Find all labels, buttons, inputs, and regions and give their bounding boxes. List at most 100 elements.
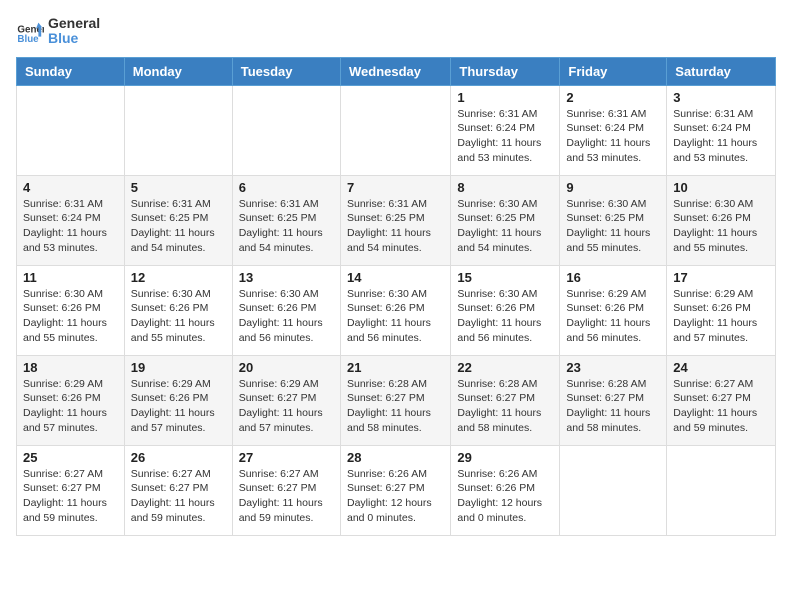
- week-row-5: 25Sunrise: 6:27 AM Sunset: 6:27 PM Dayli…: [17, 445, 776, 535]
- day-number: 19: [131, 360, 226, 375]
- day-header-wednesday: Wednesday: [340, 57, 450, 85]
- day-info: Sunrise: 6:28 AM Sunset: 6:27 PM Dayligh…: [347, 377, 444, 436]
- day-info: Sunrise: 6:27 AM Sunset: 6:27 PM Dayligh…: [23, 467, 118, 526]
- logo-blue: Blue: [48, 31, 100, 46]
- day-info: Sunrise: 6:30 AM Sunset: 6:26 PM Dayligh…: [673, 197, 769, 256]
- calendar-cell: 12 Sunrise: 6:30 AM Sunset: 6:26 PM Dayli…: [124, 265, 232, 355]
- day-info: Sunrise: 6:27 AM Sunset: 6:27 PM Dayligh…: [239, 467, 334, 526]
- logo-icon: General Blue: [16, 17, 44, 45]
- calendar-cell: 9 Sunrise: 6:30 AM Sunset: 6:25 PM Daylig…: [560, 175, 667, 265]
- day-info: Sunrise: 6:30 AM Sunset: 6:26 PM Dayligh…: [23, 287, 118, 346]
- day-header-sunday: Sunday: [17, 57, 125, 85]
- days-of-week-row: SundayMondayTuesdayWednesdayThursdayFrid…: [17, 57, 776, 85]
- week-row-2: 4 Sunrise: 6:31 AM Sunset: 6:24 PM Daylig…: [17, 175, 776, 265]
- day-number: 9: [566, 180, 660, 195]
- day-number: 2: [566, 90, 660, 105]
- day-number: 3: [673, 90, 769, 105]
- calendar-cell: 3 Sunrise: 6:31 AM Sunset: 6:24 PM Daylig…: [667, 85, 776, 175]
- calendar-cell: 25Sunrise: 6:27 AM Sunset: 6:27 PM Dayli…: [17, 445, 125, 535]
- day-info: Sunrise: 6:26 AM Sunset: 6:27 PM Dayligh…: [347, 467, 444, 526]
- day-info: Sunrise: 6:30 AM Sunset: 6:25 PM Dayligh…: [457, 197, 553, 256]
- day-number: 29: [457, 450, 553, 465]
- day-info: Sunrise: 6:31 AM Sunset: 6:24 PM Dayligh…: [23, 197, 118, 256]
- day-header-monday: Monday: [124, 57, 232, 85]
- day-info: Sunrise: 6:30 AM Sunset: 6:26 PM Dayligh…: [457, 287, 553, 346]
- calendar-cell: 15 Sunrise: 6:30 AM Sunset: 6:26 PM Dayli…: [451, 265, 560, 355]
- day-number: 11: [23, 270, 118, 285]
- calendar-cell: [124, 85, 232, 175]
- calendar-cell: 21 Sunrise: 6:28 AM Sunset: 6:27 PM Dayli…: [340, 355, 450, 445]
- calendar-cell: [667, 445, 776, 535]
- calendar-cell: 26 Sunrise: 6:27 AM Sunset: 6:27 PM Dayli…: [124, 445, 232, 535]
- calendar-cell: 14Sunrise: 6:30 AM Sunset: 6:26 PM Dayli…: [340, 265, 450, 355]
- day-info: Sunrise: 6:30 AM Sunset: 6:25 PM Dayligh…: [566, 197, 660, 256]
- week-row-3: 11 Sunrise: 6:30 AM Sunset: 6:26 PM Dayli…: [17, 265, 776, 355]
- day-number: 15: [457, 270, 553, 285]
- day-number: 28: [347, 450, 444, 465]
- day-number: 1: [457, 90, 553, 105]
- calendar-cell: 4 Sunrise: 6:31 AM Sunset: 6:24 PM Daylig…: [17, 175, 125, 265]
- day-info: Sunrise: 6:27 AM Sunset: 6:27 PM Dayligh…: [673, 377, 769, 436]
- day-number: 26: [131, 450, 226, 465]
- svg-text:Blue: Blue: [17, 35, 39, 46]
- day-number: 10: [673, 180, 769, 195]
- week-row-4: 18 Sunrise: 6:29 AM Sunset: 6:26 PM Dayli…: [17, 355, 776, 445]
- day-header-friday: Friday: [560, 57, 667, 85]
- day-header-thursday: Thursday: [451, 57, 560, 85]
- day-number: 27: [239, 450, 334, 465]
- day-info: Sunrise: 6:30 AM Sunset: 6:26 PM Dayligh…: [131, 287, 226, 346]
- calendar-cell: 24Sunrise: 6:27 AM Sunset: 6:27 PM Dayli…: [667, 355, 776, 445]
- day-info: Sunrise: 6:27 AM Sunset: 6:27 PM Dayligh…: [131, 467, 226, 526]
- day-info: Sunrise: 6:29 AM Sunset: 6:26 PM Dayligh…: [131, 377, 226, 436]
- day-info: Sunrise: 6:30 AM Sunset: 6:26 PM Dayligh…: [239, 287, 334, 346]
- calendar-cell: 16Sunrise: 6:29 AM Sunset: 6:26 PM Dayli…: [560, 265, 667, 355]
- day-number: 8: [457, 180, 553, 195]
- day-header-tuesday: Tuesday: [232, 57, 340, 85]
- day-info: Sunrise: 6:28 AM Sunset: 6:27 PM Dayligh…: [457, 377, 553, 436]
- day-info: Sunrise: 6:29 AM Sunset: 6:26 PM Dayligh…: [673, 287, 769, 346]
- calendar-cell: 27 Sunrise: 6:27 AM Sunset: 6:27 PM Dayli…: [232, 445, 340, 535]
- calendar-cell: 8 Sunrise: 6:30 AM Sunset: 6:25 PM Daylig…: [451, 175, 560, 265]
- calendar-header: SundayMondayTuesdayWednesdayThursdayFrid…: [17, 57, 776, 85]
- day-info: Sunrise: 6:26 AM Sunset: 6:26 PM Dayligh…: [457, 467, 553, 526]
- calendar-cell: 22 Sunrise: 6:28 AM Sunset: 6:27 PM Dayli…: [451, 355, 560, 445]
- calendar-cell: 13 Sunrise: 6:30 AM Sunset: 6:26 PM Dayli…: [232, 265, 340, 355]
- day-info: Sunrise: 6:31 AM Sunset: 6:24 PM Dayligh…: [457, 107, 553, 166]
- calendar-cell: 6 Sunrise: 6:31 AM Sunset: 6:25 PM Daylig…: [232, 175, 340, 265]
- calendar-table: SundayMondayTuesdayWednesdayThursdayFrid…: [16, 57, 776, 536]
- day-number: 4: [23, 180, 118, 195]
- calendar-cell: 2 Sunrise: 6:31 AM Sunset: 6:24 PM Daylig…: [560, 85, 667, 175]
- day-info: Sunrise: 6:29 AM Sunset: 6:26 PM Dayligh…: [23, 377, 118, 436]
- day-number: 21: [347, 360, 444, 375]
- logo: General Blue General Blue: [16, 16, 100, 47]
- day-info: Sunrise: 6:31 AM Sunset: 6:24 PM Dayligh…: [566, 107, 660, 166]
- calendar-cell: [560, 445, 667, 535]
- day-info: Sunrise: 6:31 AM Sunset: 6:25 PM Dayligh…: [131, 197, 226, 256]
- logo-general: General: [48, 16, 100, 31]
- day-number: 13: [239, 270, 334, 285]
- calendar-body: 1 Sunrise: 6:31 AM Sunset: 6:24 PM Daylig…: [17, 85, 776, 535]
- calendar-cell: 20Sunrise: 6:29 AM Sunset: 6:27 PM Dayli…: [232, 355, 340, 445]
- day-number: 12: [131, 270, 226, 285]
- calendar-cell: 19 Sunrise: 6:29 AM Sunset: 6:26 PM Dayli…: [124, 355, 232, 445]
- calendar-cell: [17, 85, 125, 175]
- day-number: 23: [566, 360, 660, 375]
- page-header: General Blue General Blue: [16, 16, 776, 47]
- day-info: Sunrise: 6:31 AM Sunset: 6:24 PM Dayligh…: [673, 107, 769, 166]
- calendar-cell: 23 Sunrise: 6:28 AM Sunset: 6:27 PM Dayli…: [560, 355, 667, 445]
- day-info: Sunrise: 6:31 AM Sunset: 6:25 PM Dayligh…: [239, 197, 334, 256]
- day-number: 6: [239, 180, 334, 195]
- day-info: Sunrise: 6:28 AM Sunset: 6:27 PM Dayligh…: [566, 377, 660, 436]
- calendar-cell: 17Sunrise: 6:29 AM Sunset: 6:26 PM Dayli…: [667, 265, 776, 355]
- calendar-cell: [340, 85, 450, 175]
- day-number: 18: [23, 360, 118, 375]
- week-row-1: 1 Sunrise: 6:31 AM Sunset: 6:24 PM Daylig…: [17, 85, 776, 175]
- day-number: 20: [239, 360, 334, 375]
- day-info: Sunrise: 6:29 AM Sunset: 6:26 PM Dayligh…: [566, 287, 660, 346]
- calendar-cell: [232, 85, 340, 175]
- day-info: Sunrise: 6:30 AM Sunset: 6:26 PM Dayligh…: [347, 287, 444, 346]
- calendar-cell: 18 Sunrise: 6:29 AM Sunset: 6:26 PM Dayli…: [17, 355, 125, 445]
- calendar-cell: 10 Sunrise: 6:30 AM Sunset: 6:26 PM Dayli…: [667, 175, 776, 265]
- day-number: 22: [457, 360, 553, 375]
- calendar-cell: 7Sunrise: 6:31 AM Sunset: 6:25 PM Daylig…: [340, 175, 450, 265]
